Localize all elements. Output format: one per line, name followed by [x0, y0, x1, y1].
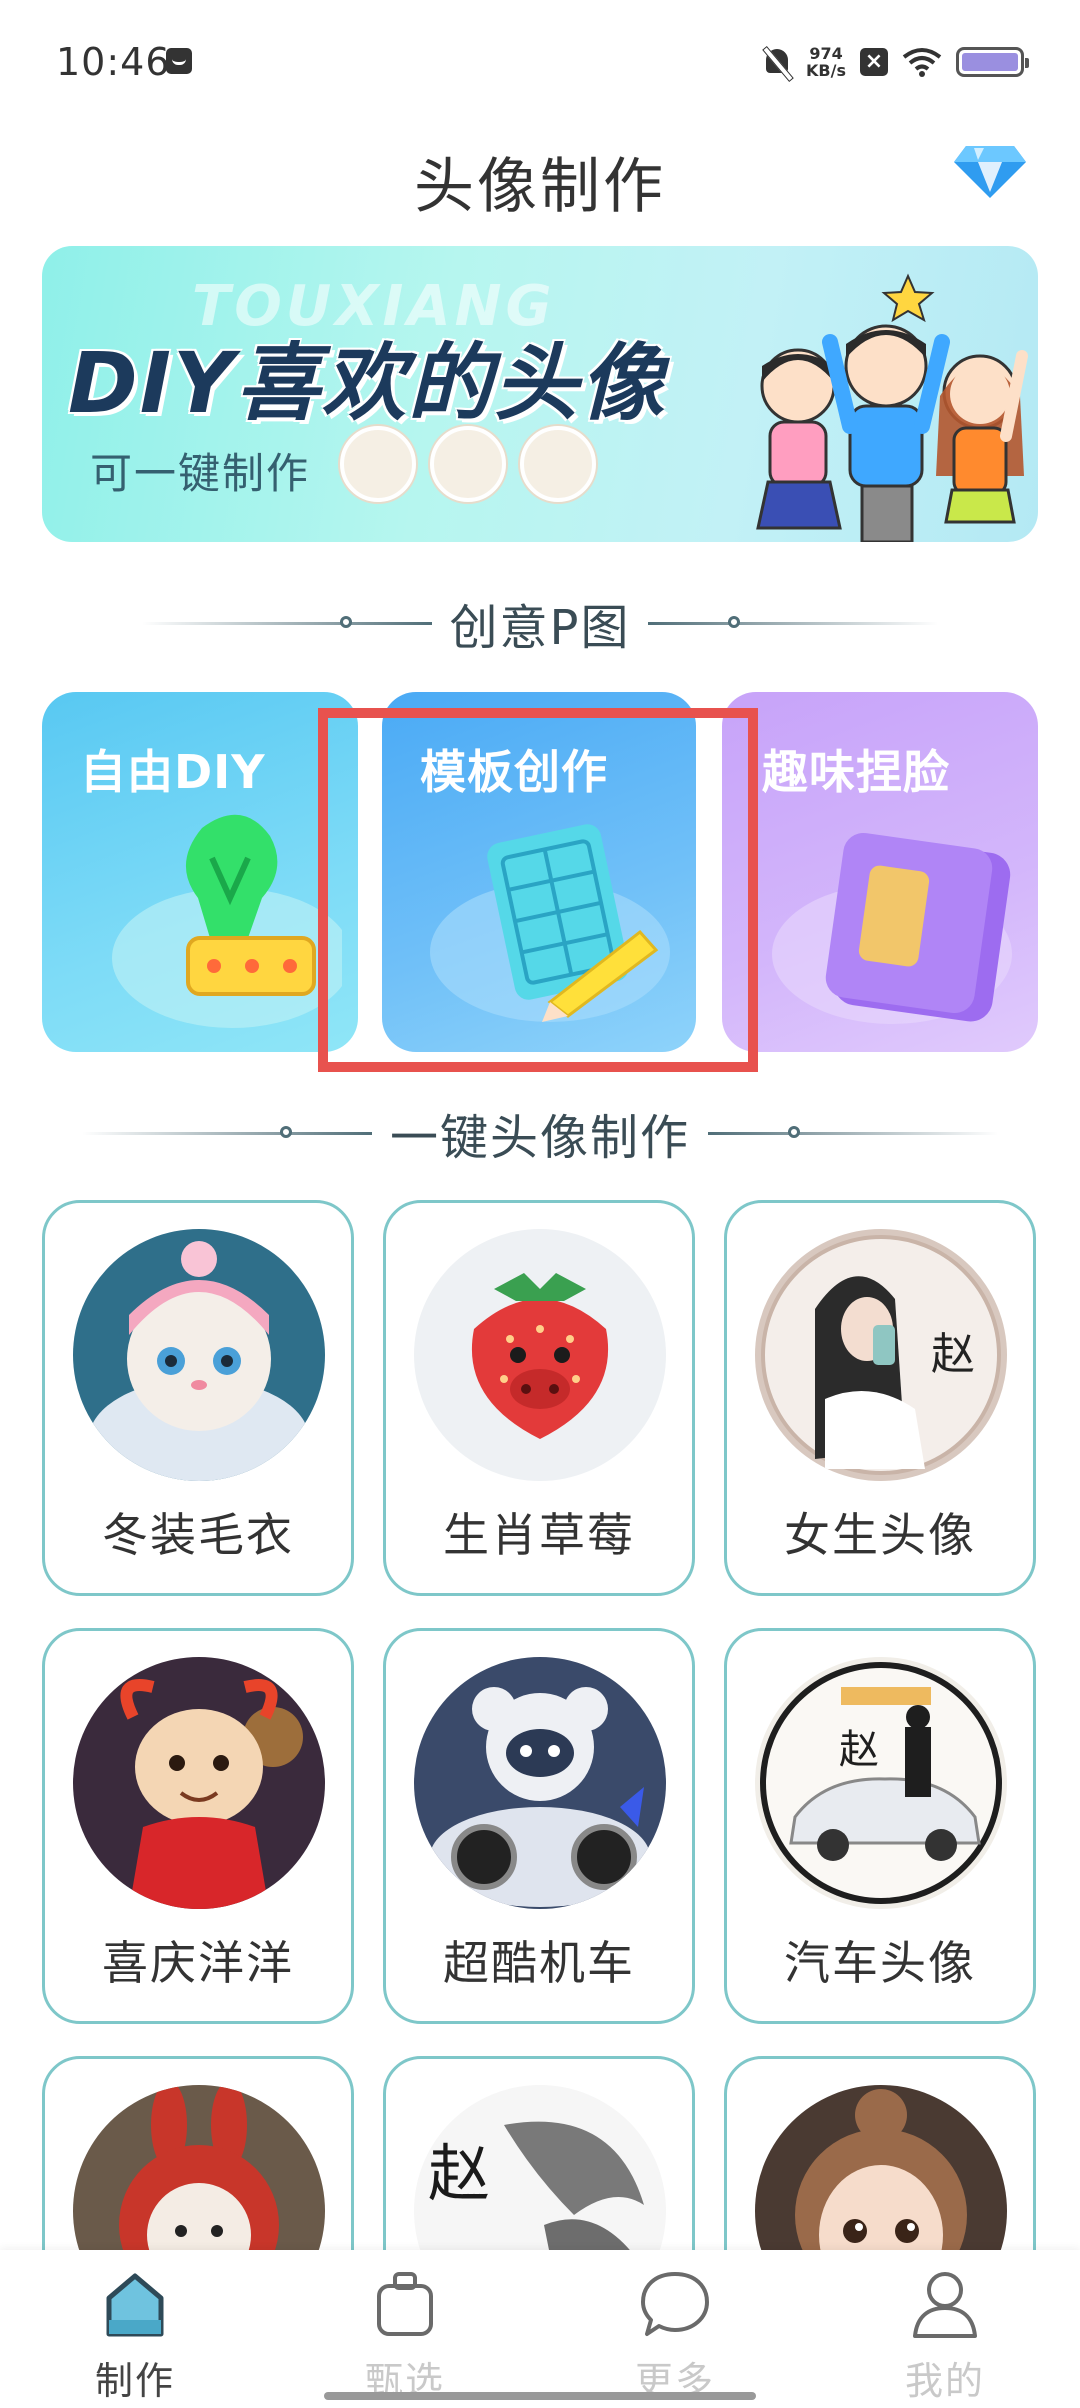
- style-card-label: 超酷机车: [443, 1936, 635, 1990]
- style-card-label: 冬装毛衣: [102, 1508, 294, 1562]
- nav-item-mine[interactable]: 我的: [810, 2250, 1080, 2408]
- svg-text:赵: 赵: [839, 1727, 879, 1772]
- zodiac-strawberry-avatar: [414, 1229, 666, 1481]
- free-diy-card[interactable]: 自由DIY: [42, 692, 358, 1052]
- oneclick-section-header: 一键头像制作: [0, 1098, 1080, 1168]
- fun-face-card[interactable]: 趣味捏脸: [722, 692, 1038, 1052]
- sample-avatar: [520, 426, 596, 502]
- nav-item-more[interactable]: 更多: [540, 2250, 810, 2408]
- style-card-girl-avatar[interactable]: 赵 女生头像: [724, 1200, 1036, 1596]
- car-avatar: 赵: [755, 1657, 1007, 1909]
- bulb-stamp-icon: [112, 814, 342, 1028]
- style-card-car-avatar[interactable]: 赵 汽车头像: [724, 1628, 1036, 2024]
- diamond-icon[interactable]: [952, 132, 1028, 202]
- decor-line-left: [141, 615, 432, 628]
- nav-item-selection[interactable]: 甄选: [270, 2250, 540, 2408]
- decor-line-right: [708, 1125, 998, 1138]
- sim-off-icon: ×: [860, 48, 888, 76]
- svg-text:赵: 赵: [428, 2141, 490, 2209]
- nav-item-make[interactable]: 制作: [0, 2250, 270, 2408]
- notebook-icon: [772, 832, 1012, 1024]
- decor-line-left: [81, 1125, 372, 1138]
- style-card-cool-motorbike[interactable]: 超酷机车: [383, 1628, 695, 2024]
- promo-banner[interactable]: TOUXIANG DIY喜欢的头像 可一键制作: [42, 246, 1038, 542]
- oneclick-section-title: 一键头像制作: [389, 1110, 690, 1166]
- network-speed-value: 974: [809, 44, 843, 63]
- selection-highlight-box: [318, 708, 758, 1072]
- status-time: 10:46: [56, 40, 171, 84]
- sample-avatar: [430, 426, 506, 502]
- banner-subtitle: 可一键制作: [90, 449, 311, 498]
- status-bar: 10:46 974 KB/s ×: [0, 0, 1080, 110]
- user-icon: [913, 2272, 977, 2338]
- banner-title: DIY喜欢的头像: [68, 334, 666, 432]
- festive-goat-avatar: [73, 1657, 325, 1909]
- mute-icon: [762, 45, 792, 79]
- chat-bubble-icon: [641, 2272, 709, 2336]
- message-notification-icon: [166, 48, 192, 74]
- creative-section-title: 创意P图: [449, 600, 631, 656]
- bottom-nav: 制作 甄选 更多 我的: [0, 2250, 1080, 2408]
- page-title: 头像制作: [414, 152, 666, 222]
- home-indicator[interactable]: [324, 2392, 756, 2400]
- home-icon: [106, 2273, 164, 2337]
- winter-sweater-avatar: [73, 1229, 325, 1481]
- sample-avatar: [340, 426, 416, 502]
- status-icons: 974 KB/s ×: [762, 42, 1029, 82]
- decor-line-right: [648, 615, 939, 628]
- style-card-label: 喜庆洋洋: [102, 1936, 294, 1990]
- nav-label-mine: 我的: [904, 2359, 985, 2403]
- network-speed-unit: KB/s: [806, 61, 846, 80]
- bag-icon: [377, 2272, 433, 2336]
- banner-sample-avatars: [340, 426, 596, 502]
- network-speed: 974 KB/s: [806, 45, 846, 79]
- nav-label-make: 制作: [94, 2359, 175, 2403]
- style-card-zodiac-strawberry[interactable]: 生肖草莓: [383, 1200, 695, 1596]
- girl-avatar: 赵: [755, 1229, 1007, 1481]
- cool-motorbike-avatar: [414, 1657, 666, 1909]
- svg-text:赵: 赵: [931, 1330, 975, 1379]
- cartoon-kids-illustration: [756, 273, 1028, 542]
- battery-icon: [956, 47, 1029, 77]
- style-card-festive-goat[interactable]: 喜庆洋洋: [42, 1628, 354, 2024]
- style-card-label: 汽车头像: [784, 1936, 976, 1990]
- style-card-label: 女生头像: [784, 1508, 976, 1562]
- creative-section-header: 创意P图: [0, 588, 1080, 658]
- fun-face-label: 趣味捏脸: [762, 745, 950, 799]
- style-card-label: 生肖草莓: [443, 1508, 635, 1562]
- style-card-winter-sweater[interactable]: 冬装毛衣: [42, 1200, 354, 1596]
- wifi-icon: [902, 48, 942, 77]
